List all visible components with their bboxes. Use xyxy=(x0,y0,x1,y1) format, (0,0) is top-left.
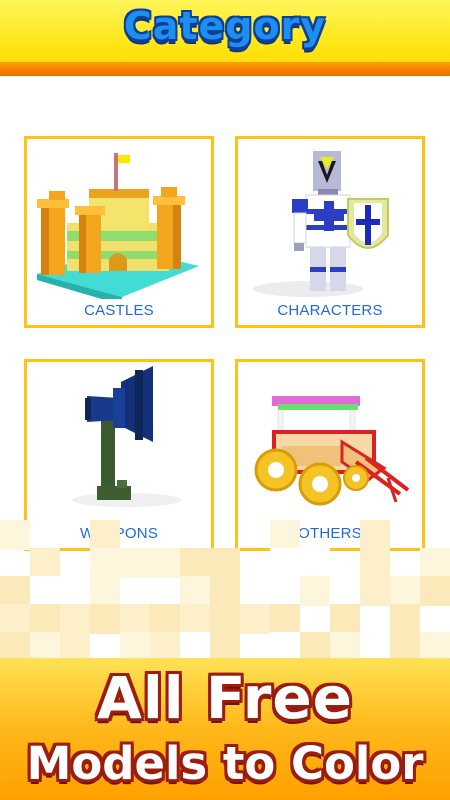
checker-tile xyxy=(360,576,390,606)
checker-tile xyxy=(270,520,300,550)
checker-tile xyxy=(30,548,60,578)
checker-tile xyxy=(90,604,120,634)
carriage-icon xyxy=(254,396,410,506)
axe-icon xyxy=(72,366,182,507)
category-label: CHARACTERS xyxy=(277,302,383,319)
category-label: CASTLES xyxy=(84,302,154,319)
checker-tile xyxy=(150,604,180,634)
checker-tile xyxy=(30,604,60,634)
checker-tile xyxy=(90,548,120,578)
checker-tile xyxy=(180,548,210,578)
checker-tile xyxy=(180,576,210,606)
header-band xyxy=(0,62,450,76)
promo-line-1: All Free xyxy=(96,664,354,732)
checker-tile xyxy=(210,548,240,578)
checker-tile xyxy=(390,604,420,634)
checker-tile xyxy=(30,576,60,606)
checker-tile xyxy=(0,604,30,634)
checker-tile xyxy=(270,548,300,578)
checker-tile xyxy=(210,604,240,634)
checker-tile xyxy=(360,548,390,578)
checker-tile xyxy=(420,548,450,578)
checker-tile xyxy=(330,604,360,634)
category-card-castles[interactable]: CASTLES xyxy=(24,136,214,328)
checker-tile xyxy=(90,576,120,606)
checker-tile xyxy=(0,576,30,606)
castle-icon xyxy=(37,153,199,299)
checker-tile xyxy=(120,604,150,634)
checker-background xyxy=(0,520,450,662)
promo-line-2: Models to Color xyxy=(26,737,424,790)
checker-tile xyxy=(240,576,270,606)
knight-icon xyxy=(253,151,389,297)
checker-tile xyxy=(420,576,450,606)
checker-tile xyxy=(120,548,150,578)
checker-tile xyxy=(240,604,270,634)
checker-tile xyxy=(390,576,420,606)
page-title: Category xyxy=(123,4,327,48)
checker-tile xyxy=(360,520,390,550)
category-card-characters[interactable]: CHARACTERS xyxy=(235,136,425,328)
checker-tile xyxy=(300,576,330,606)
checker-tile xyxy=(270,604,300,634)
checker-tile xyxy=(210,576,240,606)
checker-tile xyxy=(60,604,90,634)
checker-tile xyxy=(0,520,30,550)
checker-tile xyxy=(90,520,120,550)
checker-tile xyxy=(180,604,210,634)
checker-tile xyxy=(300,548,330,578)
checker-tile xyxy=(150,548,180,578)
